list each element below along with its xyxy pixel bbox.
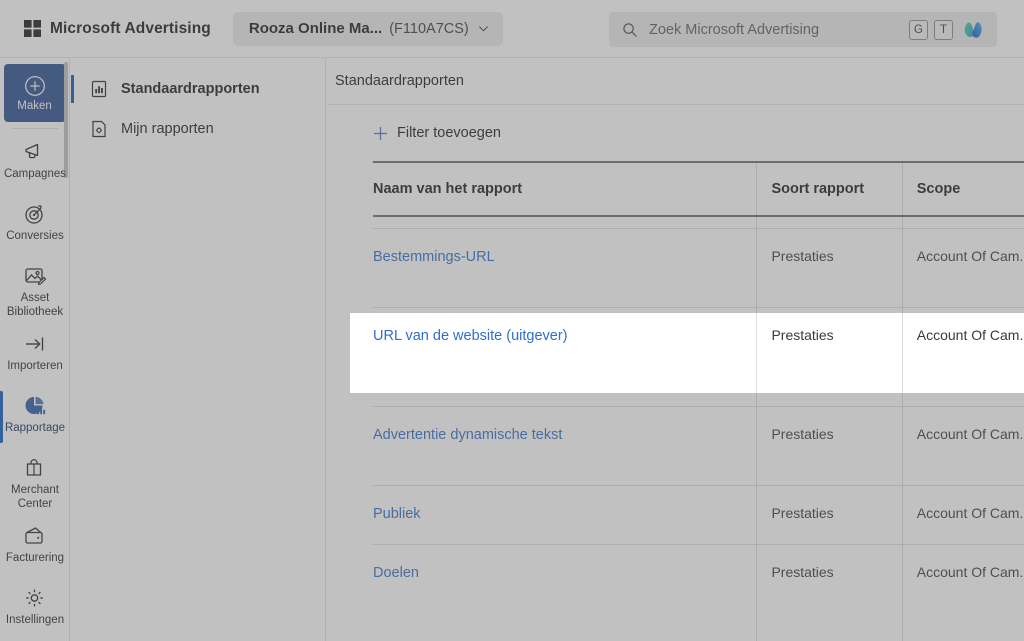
subnav-item-standaardrapporten[interactable]: Standaardrapporten [71,69,325,109]
top-bar: Microsoft Advertising Rooza Online Ma...… [0,0,1024,58]
account-name: Rooza Online Ma... [248,20,383,37]
report-name-link[interactable]: Doelen [373,565,419,581]
search-input[interactable] [649,21,909,38]
megaphone-icon [25,143,39,159]
secondary-nav: Standaardrapporten Mijn rapporten [71,58,326,641]
rail-item-campagnes[interactable]: Campagnes [0,133,70,195]
pie-chart-icon [25,396,46,415]
brand-title: Microsoft Advertising [50,19,211,37]
table-row[interactable]: Publiek Prestaties Account Of Cam... Om [373,485,1024,545]
rail-item-facturering[interactable]: Facturering [0,517,70,579]
subnav-label: Standaardrapporten [121,81,260,97]
image-asset-icon [25,268,47,286]
add-filter-label: Filter toevoegen [397,125,501,141]
copilot-icon[interactable] [961,17,986,42]
table-row-partial[interactable] [373,216,1024,229]
gear-doc-icon [92,120,106,138]
app-root: Microsoft Advertising Rooza Online Ma...… [0,0,1024,641]
subnav-label: Mijn rapporten [121,121,214,137]
rail-item-asset-bibliotheek[interactable]: Asset Bibliotheek [0,257,70,325]
create-button[interactable]: Maken [3,64,66,122]
rail-label: Rapportage [4,422,66,434]
rail-label: Campagnes [3,168,66,180]
rail-label: Facturering [5,552,65,564]
report-type-cell: Prestaties [756,307,903,407]
global-search[interactable]: G T [609,12,997,47]
breadcrumb-bar: Standaardrapporten [327,58,1024,105]
report-scope-cell: Account Of Cam... [901,485,1024,545]
rail-label: Asset Bibliotheek [6,292,64,318]
rail-item-importeren[interactable]: Importeren [0,325,70,387]
rail-label: Conversies [6,230,64,242]
shopping-bag-icon [26,458,42,476]
rail-item-merchant-center[interactable]: Merchant Center [0,449,70,517]
import-arrow-icon [26,337,44,351]
create-button-label: Maken [17,99,52,112]
subnav-item-mijn-rapporten[interactable]: Mijn rapporten [71,109,325,149]
target-icon [25,205,43,224]
rail-label: Merchant Center [11,484,59,510]
main-content: Standaardrapporten Filter toevoegen Naam… [327,58,1024,641]
report-scope-cell: Account Of Cam... [901,406,1024,486]
table-row-highlighted[interactable]: URL van de website (uitgever) Prestaties… [373,307,1024,407]
plus-icon [374,126,387,140]
table-row[interactable]: Bestemmings-URL Prestaties Account Of Ca… [373,228,1024,308]
report-name-link[interactable]: Publiek [373,506,421,522]
wallet-icon [25,527,43,544]
rail-item-conversies[interactable]: Conversies [0,195,70,257]
report-scope-cell: Account Of Cam... [901,228,1024,308]
rail-divider [11,128,58,129]
report-type-cell: Prestaties [756,228,903,308]
report-scope-cell: Account Of Cam... [901,544,1024,641]
report-name-link[interactable]: URL van de website (uitgever) [373,328,568,344]
table-header-row: Naam van het rapport Soort rapport Scope… [373,161,1024,217]
table-row[interactable]: Doelen Prestaties Account Of Cam... Om c… [373,544,1024,641]
plus-circle-icon [24,75,45,96]
reports-table-wrapper: Naam van het rapport Soort rapport Scope… [327,161,1024,641]
account-id: (F110A7CS) [389,20,469,37]
report-type-cell: Prestaties [756,485,903,545]
primary-nav-rail: Maken Campagnes Conversies Asset Bibliot… [0,58,70,641]
microsoft-logo-icon [24,20,41,37]
reports-table: Naam van het rapport Soort rapport Scope… [373,161,1024,641]
account-selector[interactable]: Rooza Online Ma... (F110A7CS) [232,11,503,46]
rail-item-instellingen[interactable]: Instellingen [0,579,70,641]
breadcrumb: Standaardrapporten [335,73,464,89]
table-row[interactable]: Advertentie dynamische tekst Prestaties … [373,406,1024,486]
column-header-name[interactable]: Naam van het rapport [373,161,757,217]
search-icon [623,22,637,37]
column-header-type[interactable]: Soort rapport [756,161,903,217]
column-header-scope[interactable]: Scope [901,161,1024,217]
report-scope-cell: Account Of Cam... [901,307,1024,407]
rail-label: Importeren [7,360,63,372]
filter-bar: Filter toevoegen [327,105,1024,161]
report-type-cell: Prestaties [756,544,903,641]
rail-item-rapportage[interactable]: Rapportage [0,387,70,449]
gear-icon [26,589,43,607]
shortcut-key-t[interactable]: T [934,19,953,40]
brand: Microsoft Advertising [24,20,211,38]
shortcut-key-g[interactable]: G [909,19,928,40]
bar-chart-doc-icon [91,80,107,98]
report-name-link[interactable]: Bestemmings-URL [373,249,495,265]
rail-label: Instellingen [5,614,65,626]
chevron-down-icon [478,26,488,32]
add-filter-button[interactable]: Filter toevoegen [373,125,501,141]
report-type-cell: Prestaties [756,406,903,486]
report-name-link[interactable]: Advertentie dynamische tekst [373,427,562,443]
